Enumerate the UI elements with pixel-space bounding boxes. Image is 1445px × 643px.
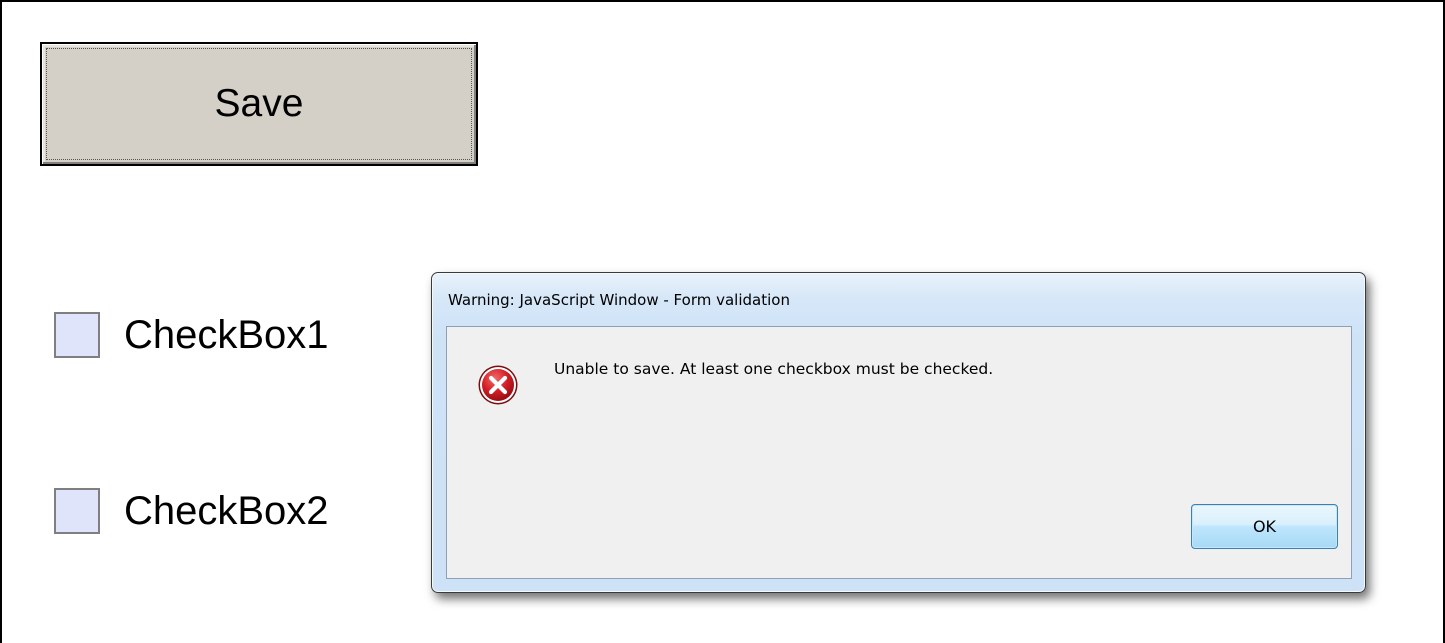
ok-button[interactable]: OK: [1191, 504, 1338, 549]
checkbox-row-2[interactable]: CheckBox2: [54, 483, 329, 539]
dialog-title: Warning: JavaScript Window - Form valida…: [448, 291, 790, 309]
checkbox-1-label[interactable]: CheckBox1: [124, 313, 329, 358]
error-icon: [478, 365, 518, 405]
checkbox-2[interactable]: [54, 488, 100, 534]
checkbox-2-label[interactable]: CheckBox2: [124, 489, 329, 534]
save-button-label: Save: [214, 82, 304, 125]
checkbox-row-1[interactable]: CheckBox1: [54, 307, 329, 363]
save-button[interactable]: Save: [40, 42, 478, 166]
ok-button-label: OK: [1252, 517, 1277, 536]
dialog-message: Unable to save. At least one checkbox mu…: [554, 360, 994, 378]
checkbox-1[interactable]: [54, 312, 100, 358]
alert-dialog: Warning: JavaScript Window - Form valida…: [431, 272, 1366, 593]
form-page: Save CheckBox1 CheckBox2 Warning: JavaSc…: [0, 0, 1445, 643]
dialog-body: Unable to save. At least one checkbox mu…: [446, 326, 1352, 579]
